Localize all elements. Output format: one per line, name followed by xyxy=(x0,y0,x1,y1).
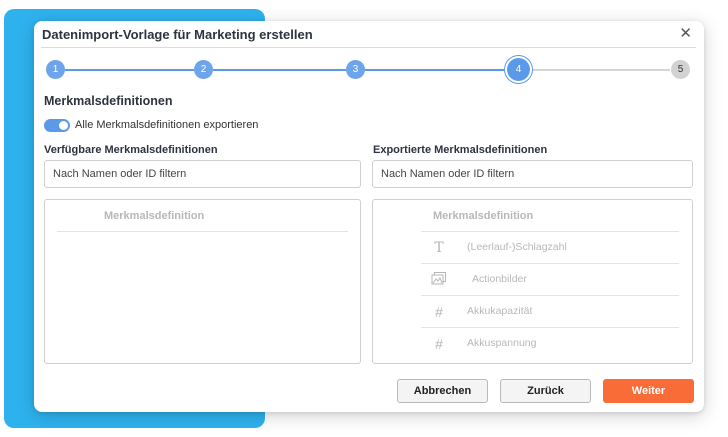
step-connector-2-3 xyxy=(213,69,347,71)
step-3[interactable]: 3 xyxy=(346,60,365,79)
step-connector-1-2 xyxy=(65,69,196,71)
back-button[interactable]: Zurück xyxy=(500,379,591,403)
text-type-icon: T xyxy=(434,240,444,256)
exported-row[interactable]: T (Leerlauf-)Schlagzahl xyxy=(421,232,679,264)
image-gallery-icon xyxy=(431,272,447,289)
number-hash-icon: # xyxy=(435,336,443,352)
exported-row[interactable]: Actionbilder xyxy=(421,264,679,296)
export-all-toggle[interactable] xyxy=(44,119,70,132)
number-hash-icon: # xyxy=(435,304,443,320)
exported-row-label: Akkuspannung xyxy=(467,337,537,349)
available-header-divider xyxy=(57,231,348,232)
exported-row[interactable]: # Akkuspannung xyxy=(421,328,679,360)
step-4-active[interactable]: 4 xyxy=(507,58,530,81)
exported-row-label: Actionbilder xyxy=(472,273,527,285)
exported-row-label: Akkukapazität xyxy=(467,305,533,317)
step-connector-4-5 xyxy=(528,69,670,71)
export-all-toggle-label: Alle Merkmalsdefinitionen exportieren xyxy=(75,119,259,131)
section-title: Merkmalsdefinitionen xyxy=(44,94,173,108)
exported-filter-input[interactable] xyxy=(372,160,693,188)
step-connector-3-4 xyxy=(364,69,508,71)
step-5[interactable]: 5 xyxy=(671,60,690,79)
exported-row[interactable]: # Akkukapazität xyxy=(421,296,679,328)
available-column-header: Merkmalsdefinition xyxy=(104,210,205,222)
step-2[interactable]: 2 xyxy=(194,60,213,79)
title-divider xyxy=(41,47,696,48)
exported-list: Merkmalsdefinition T (Leerlauf-)Schlagza… xyxy=(372,199,693,364)
available-heading: Verfügbare Merkmalsdefinitionen xyxy=(44,144,218,156)
exported-heading: Exportierte Merkmalsdefinitionen xyxy=(373,144,548,156)
available-list: Merkmalsdefinition xyxy=(44,199,361,364)
exported-column-header: Merkmalsdefinition xyxy=(433,210,534,222)
cancel-button[interactable]: Abbrechen xyxy=(397,379,488,403)
exported-row-label: (Leerlauf-)Schlagzahl xyxy=(467,241,567,253)
available-filter-input[interactable] xyxy=(44,160,361,188)
import-template-dialog: Datenimport-Vorlage für Marketing erstel… xyxy=(34,21,704,412)
step-1[interactable]: 1 xyxy=(46,60,65,79)
next-button[interactable]: Weiter xyxy=(603,379,694,403)
close-icon[interactable]: ✕ xyxy=(679,24,692,42)
dialog-title: Datenimport-Vorlage für Marketing erstel… xyxy=(42,27,313,42)
